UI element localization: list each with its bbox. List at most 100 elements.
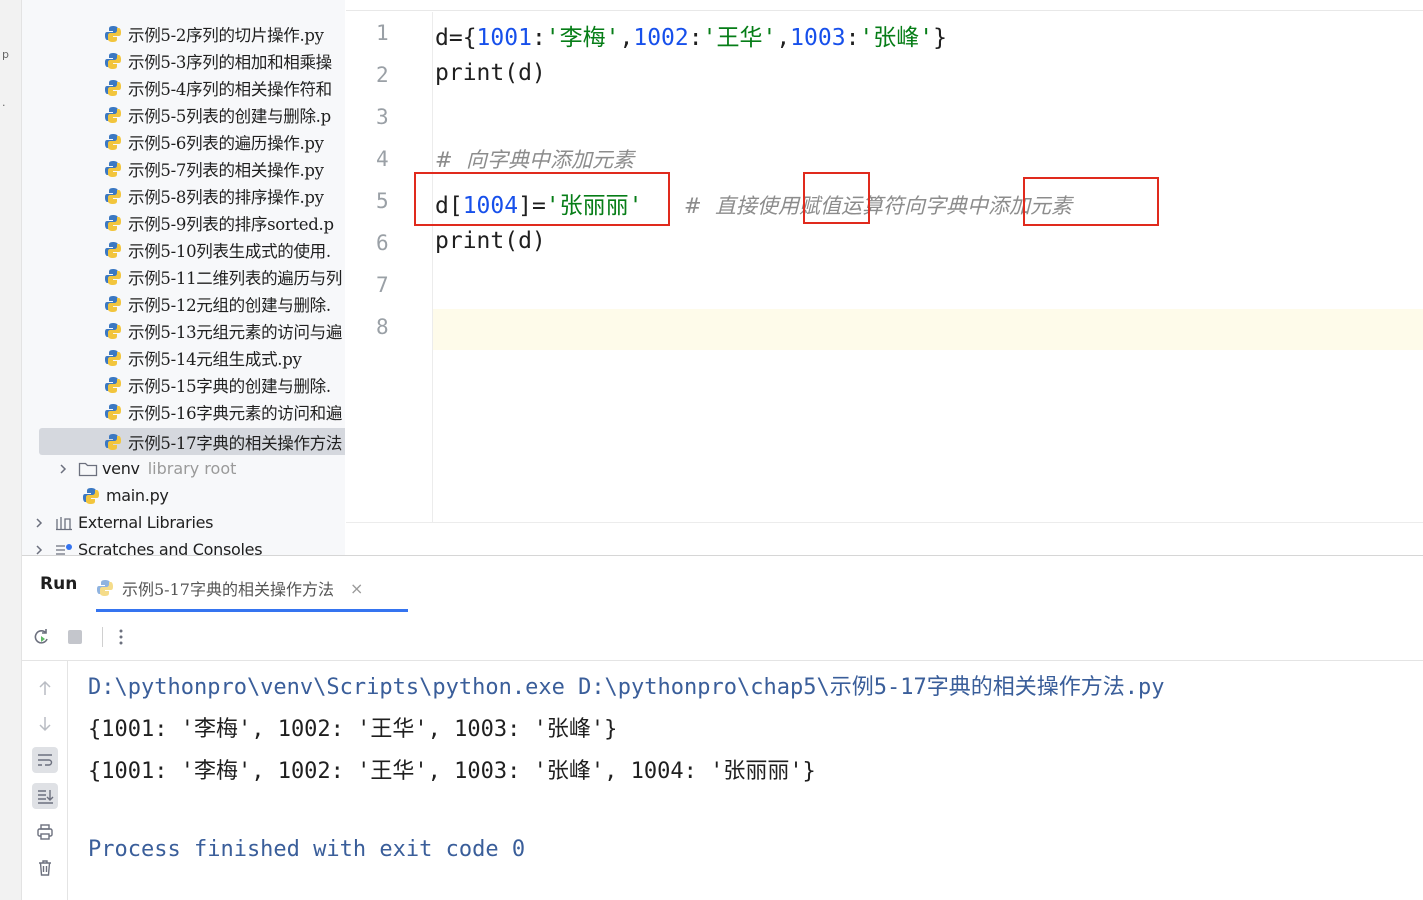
python-file-icon xyxy=(105,349,121,366)
python-file-icon xyxy=(105,160,121,177)
stop-icon[interactable] xyxy=(64,626,86,648)
run-tab[interactable]: 示例5-17字典的相关操作方法 × xyxy=(96,566,408,610)
annotation-box xyxy=(803,172,870,224)
console-command-line: D:\pythonpro\venv\Scripts\python.exe D:\… xyxy=(88,675,1165,700)
code-number: 1002 xyxy=(633,25,689,51)
tree-external-libraries[interactable]: External Libraries xyxy=(22,509,345,536)
code-line-2[interactable]: print(d) xyxy=(435,60,546,86)
python-file-icon xyxy=(105,241,121,258)
tree-file-item[interactable]: 示例5-7列表的相关操作.py xyxy=(22,155,345,182)
tree-file-label: 示例5-4序列的相关操作符和 xyxy=(128,79,332,99)
python-file-icon xyxy=(105,214,121,231)
tree-item-label: Scratches and Consoles xyxy=(78,540,263,555)
python-file-icon xyxy=(105,322,121,339)
scroll-to-end-icon[interactable] xyxy=(32,783,58,809)
python-file-icon xyxy=(105,52,121,69)
python-file-icon xyxy=(105,433,121,450)
python-file-icon xyxy=(105,187,121,204)
tree-file-item[interactable]: 示例5-8列表的排序操作.py xyxy=(22,182,345,209)
tree-folder-venv[interactable]: venv library root xyxy=(22,455,345,482)
tree-file-label: 示例5-9列表的排序sorted.p xyxy=(128,214,334,234)
tree-file-label: 示例5-6列表的遍历操作.py xyxy=(128,133,324,153)
chevron-right-icon[interactable] xyxy=(56,462,70,476)
python-file-icon xyxy=(105,295,121,312)
strip-glyph: p xyxy=(2,48,9,61)
tree-file-label: 示例5-15字典的创建与删除. xyxy=(128,376,331,396)
strip-glyph: . xyxy=(2,96,6,109)
python-file-icon xyxy=(105,25,121,42)
tree-file-item[interactable]: 示例5-4序列的相关操作符和 xyxy=(22,74,345,101)
tree-file-item[interactable]: 示例5-5列表的创建与删除.p xyxy=(22,101,345,128)
python-file-icon xyxy=(97,580,113,596)
tree-file-label: 示例5-13元组元素的访问与遍 xyxy=(128,322,343,342)
run-title: Run xyxy=(40,574,78,594)
tree-file-item[interactable]: 示例5-13元组元素的访问与遍 xyxy=(22,317,345,344)
code-token: : xyxy=(688,25,703,51)
tree-file-item[interactable]: 示例5-9列表的排序sorted.p xyxy=(22,209,345,236)
trash-icon[interactable] xyxy=(32,855,58,881)
line-number: 7 xyxy=(376,273,389,297)
code-comment: # 直接使用赋值运算符向字典中添加元素 xyxy=(684,194,1072,218)
console-exit-line: Process finished with exit code 0 xyxy=(88,837,526,862)
tree-file-item[interactable]: 示例5-14元组生成式.py xyxy=(22,344,345,371)
run-header: Run 示例5-17字典的相关操作方法 × xyxy=(22,556,1423,612)
console-output-line: {1001: '李梅', 1002: '王华', 1003: '张峰'} xyxy=(88,717,618,742)
code-token: } xyxy=(933,25,947,51)
code-token: : xyxy=(845,25,860,51)
line-number: 4 xyxy=(376,147,389,171)
tree-file-label: 示例5-14元组生成式.py xyxy=(128,349,302,369)
code-line-1[interactable]: d={1001:'李梅',1002:'王华',1003:'张峰'} xyxy=(435,18,947,52)
more-options-icon[interactable] xyxy=(110,626,132,648)
line-number: 6 xyxy=(376,231,389,255)
tree-file-label: 示例5-5列表的创建与删除.p xyxy=(128,106,331,126)
annotation-box xyxy=(1023,177,1159,226)
code-token: , xyxy=(619,25,634,51)
soft-wrap-icon[interactable] xyxy=(32,747,58,773)
scratches-icon xyxy=(56,543,72,555)
code-token: d={ xyxy=(435,25,477,51)
tree-file-item[interactable]: 示例5-10列表生成式的使用. xyxy=(22,236,345,263)
arrow-down-icon[interactable] xyxy=(32,711,58,737)
tree-file-label: 示例5-10列表生成式的使用. xyxy=(128,241,331,261)
annotation-box xyxy=(414,172,670,226)
code-number: 1001 xyxy=(476,25,532,51)
python-file-icon xyxy=(105,403,121,420)
console-output-line: {1001: '李梅', 1002: '王华', 1003: '张峰', 100… xyxy=(88,759,816,784)
tree-file-label: 示例5-16字典元素的访问和遍 xyxy=(128,403,343,423)
console-output[interactable]: D:\pythonpro\venv\Scripts\python.exe D:\… xyxy=(88,661,1418,900)
python-file-icon xyxy=(105,268,121,285)
run-tab-label: 示例5-17字典的相关操作方法 xyxy=(122,580,334,599)
rerun-icon[interactable] xyxy=(30,626,52,648)
code-number: 1003 xyxy=(790,25,846,51)
folder-icon xyxy=(78,462,98,476)
tree-file-label: 示例5-11二维列表的遍历与列 xyxy=(128,268,343,288)
tree-file-item[interactable]: 示例5-2序列的切片操作.py xyxy=(22,20,345,47)
tree-file-item-selected[interactable]: 示例5-17字典的相关操作方法 xyxy=(39,428,345,455)
chevron-right-icon[interactable] xyxy=(32,516,46,530)
python-file-icon xyxy=(83,487,99,504)
code-editor[interactable]: 1 2 3 4 5 6 7 8 d={1001:'李梅',1002:'王华',1… xyxy=(346,0,1423,522)
tree-file-item[interactable]: 示例5-12元组的创建与删除. xyxy=(22,290,345,317)
tree-file-label: 示例5-8列表的排序操作.py xyxy=(128,187,324,207)
line-number: 5 xyxy=(376,189,389,213)
tree-file-item[interactable]: 示例5-6列表的遍历操作.py xyxy=(22,128,345,155)
close-icon[interactable]: × xyxy=(350,579,363,598)
tree-file-label: main.py xyxy=(106,486,169,505)
tree-file-item[interactable]: 示例5-16字典元素的访问和遍 xyxy=(22,398,345,425)
code-line-4-comment[interactable]: # 向字典中添加元素 xyxy=(435,144,634,174)
line-number: 1 xyxy=(376,21,389,45)
tree-file-item[interactable]: 示例5-3序列的相加和相乘操 xyxy=(22,47,345,74)
tree-scratches[interactable]: Scratches and Consoles xyxy=(22,536,345,555)
activity-strip: p . xyxy=(0,0,22,900)
arrow-up-icon[interactable] xyxy=(32,675,58,701)
run-side-toolbar xyxy=(22,661,68,900)
print-icon[interactable] xyxy=(32,819,58,845)
tree-file-main[interactable]: main.py xyxy=(22,482,345,509)
chevron-right-icon[interactable] xyxy=(32,543,46,556)
editor-bottom-area xyxy=(346,522,1423,556)
code-line-6[interactable]: print(d) xyxy=(435,228,546,254)
run-tab-underline xyxy=(96,609,408,612)
tree-file-item[interactable]: 示例5-11二维列表的遍历与列 xyxy=(22,263,345,290)
library-icon xyxy=(56,516,72,530)
tree-file-item[interactable]: 示例5-15字典的创建与删除. xyxy=(22,371,345,398)
